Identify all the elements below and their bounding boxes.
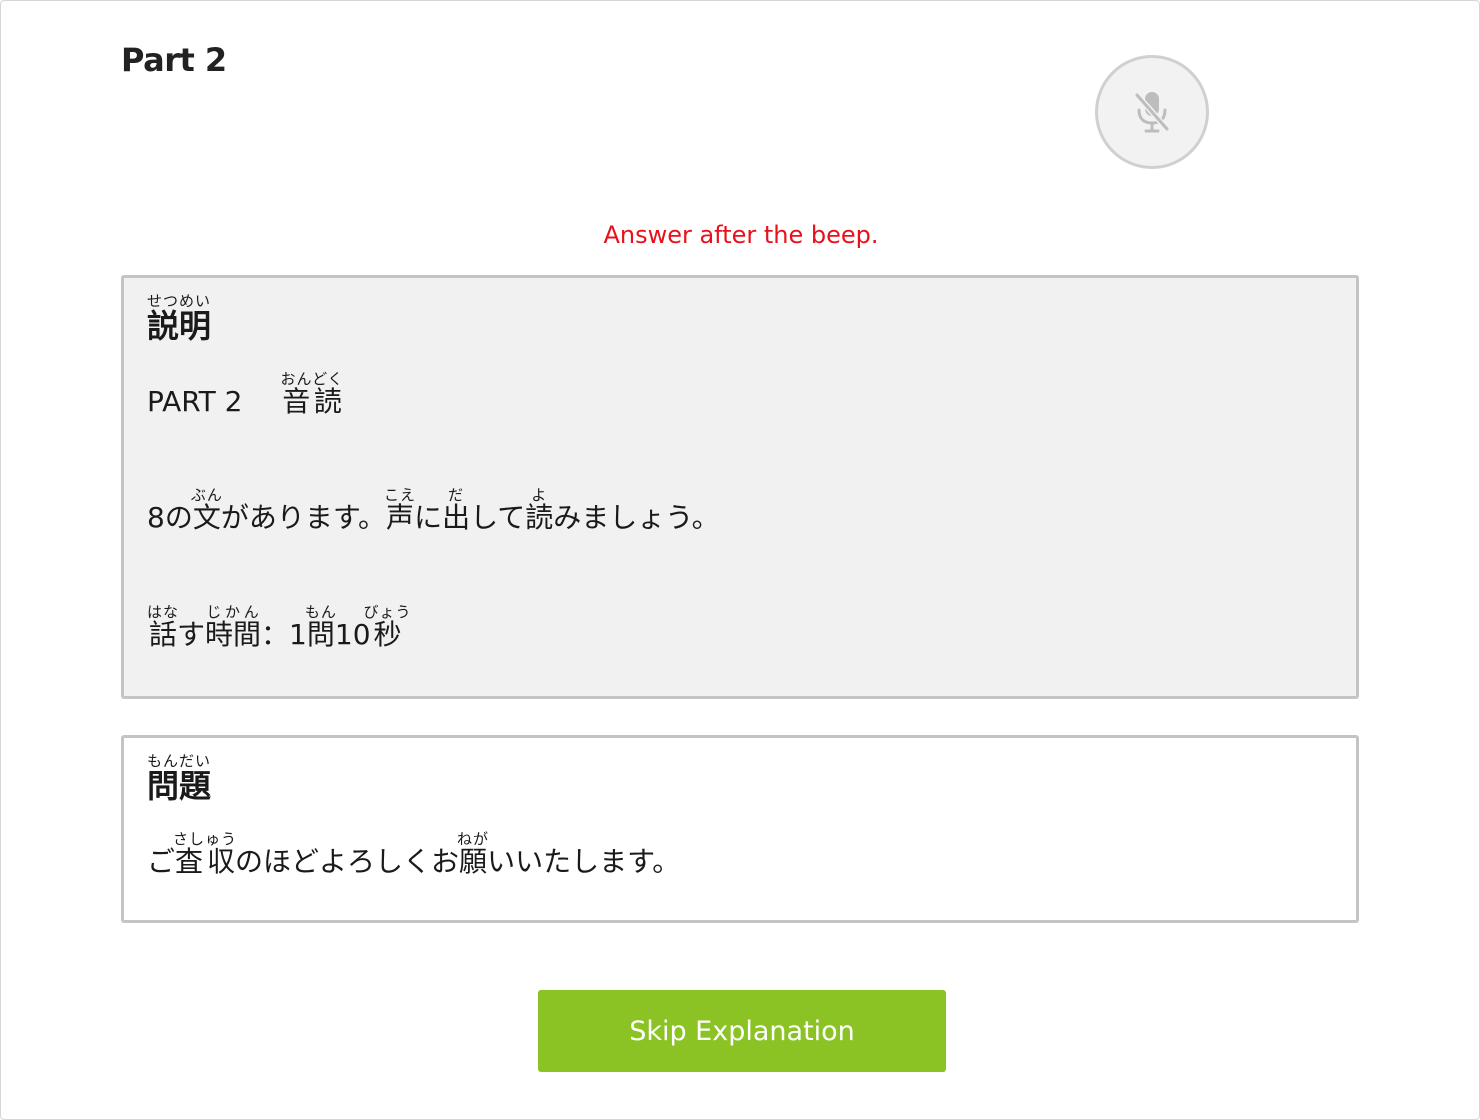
question-heading: 問題もんだい — [147, 752, 211, 807]
sentence-kanji-3: 出 — [442, 501, 471, 534]
sentence-text-4: して — [470, 501, 526, 534]
sentence-kanji-1: 文 — [190, 501, 223, 534]
sentence-text-3: に — [414, 501, 443, 534]
explanation-heading: 説明せつめい — [147, 292, 211, 347]
ondoku-ruby: おんどく — [280, 370, 344, 388]
skip-explanation-button[interactable]: Skip Explanation — [538, 990, 946, 1072]
time-ruby-3: もん — [304, 603, 337, 621]
time-ruby-2: じかん — [205, 603, 262, 621]
time-ruby-1: はな — [147, 603, 180, 621]
sentence-text-2: があります。 — [220, 501, 387, 534]
time-line: 話はなす時間じかん：1問もん10秒びょう — [147, 603, 412, 653]
mic-off-icon — [1134, 92, 1170, 133]
sentence-ruby-2: こえ — [384, 486, 417, 504]
question-text-3: いいたします。 — [487, 845, 681, 878]
sentence-ruby-3: だ — [442, 486, 471, 504]
part-title: Part 2 — [121, 41, 227, 79]
sentence-kanji-4: 読 — [525, 501, 554, 534]
time-kanji-3: 問 — [304, 618, 337, 651]
question-heading-text: 問題 — [147, 767, 212, 805]
answer-instruction: Answer after the beep. — [603, 221, 879, 249]
part-line: PART 2 音読おんどく — [147, 370, 344, 420]
question-text-2: のほどよろしくお — [235, 845, 460, 878]
explanation-heading-ruby: せつめい — [147, 292, 212, 310]
sentence-line: 8の文ぶんがあります。声こえに出だして読よみましょう。 — [147, 486, 720, 536]
time-text-1: す — [177, 618, 206, 651]
time-kanji-2: 時間 — [205, 618, 262, 651]
explanation-panel: 説明せつめい PART 2 音読おんどく 8の文ぶんがあります。声こえに出だして… — [121, 275, 1359, 699]
sentence-ruby-1: ぶん — [190, 486, 223, 504]
sentence-text-1: 8の — [147, 501, 193, 534]
sentence-kanji-2: 声 — [384, 501, 417, 534]
page-frame: Part 2 Answer after the beep. 説明せつめい PAR… — [0, 0, 1480, 1120]
question-text-1: ご — [147, 845, 176, 878]
time-kanji-1: 話 — [147, 618, 180, 651]
question-ruby-2: ねが — [457, 830, 490, 848]
question-panel: 問題もんだい ご査収さしゅうのほどよろしくお願ねがいいたします。 — [121, 735, 1359, 923]
time-ruby-4: びょう — [363, 603, 412, 621]
question-sentence: ご査収さしゅうのほどよろしくお願ねがいいたします。 — [147, 830, 680, 880]
time-kanji-4: 秒 — [363, 618, 412, 651]
sentence-text-5: みましょう。 — [553, 501, 720, 534]
question-kanji-1: 査収 — [173, 845, 238, 878]
explanation-heading-text: 説明 — [147, 307, 212, 345]
time-text-2: ：1 — [261, 618, 307, 651]
mic-toggle-button[interactable] — [1095, 55, 1209, 169]
question-ruby-1: さしゅう — [173, 830, 238, 848]
part-prefix: PART 2 — [147, 385, 243, 418]
ondoku-word: 音読 — [280, 385, 344, 418]
question-heading-ruby: もんだい — [147, 752, 212, 770]
question-kanji-2: 願 — [457, 845, 490, 878]
sentence-ruby-4: よ — [525, 486, 554, 504]
